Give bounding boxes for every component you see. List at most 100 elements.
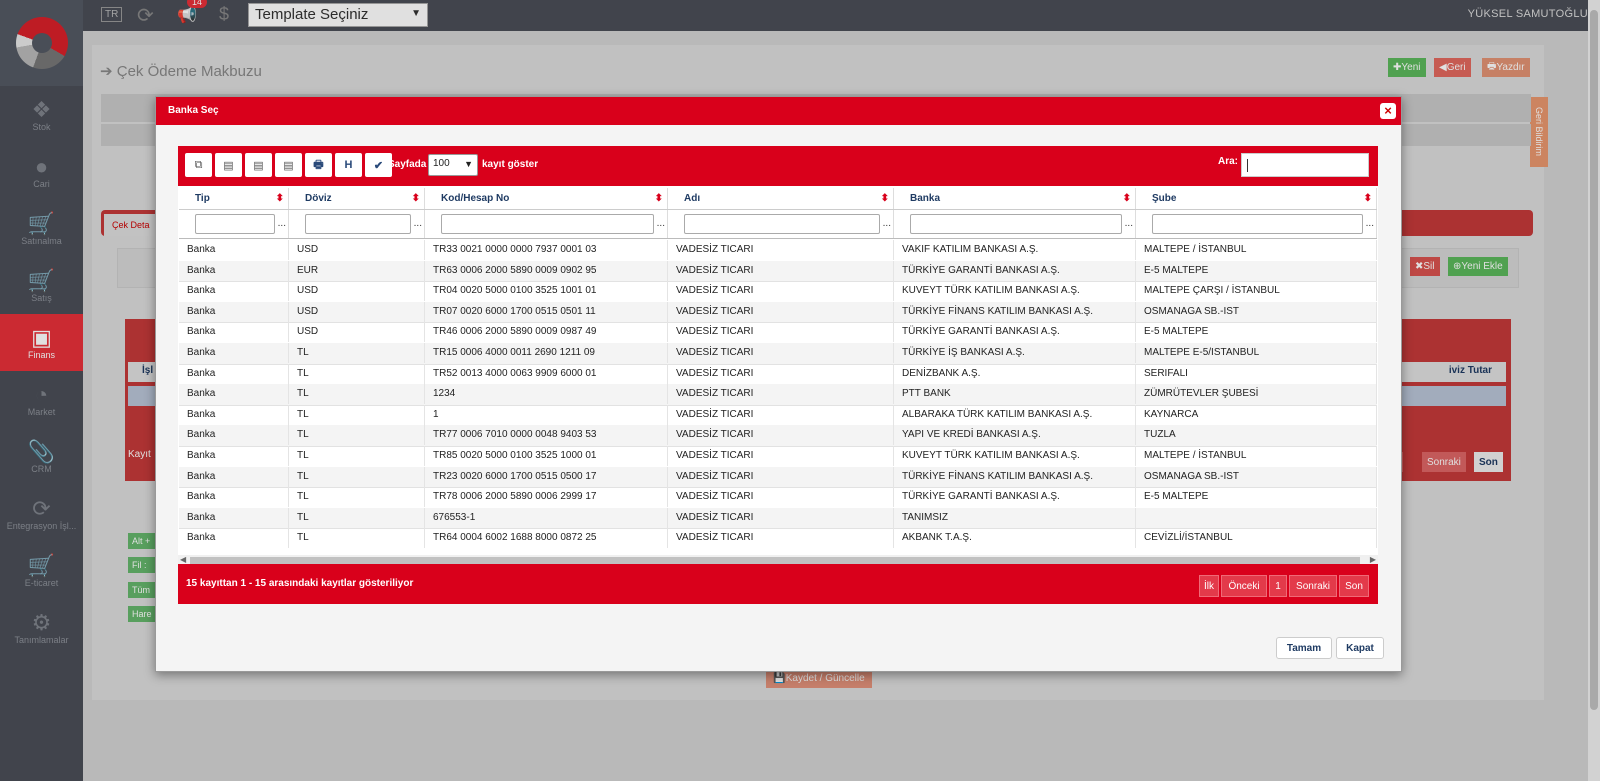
table-cell: USD	[289, 281, 425, 302]
pager-prev[interactable]: Önceki	[1221, 575, 1267, 597]
bank-table-panel: ⧉ ▤ ▤ ▤ 🖶 H ✔ Sayfada 100 ▼ kayıt göster …	[178, 146, 1378, 604]
table-cell: VADESİZ TICARI	[668, 507, 894, 528]
table-cell: MALTEPE ÇARŞI / İSTANBUL	[1136, 281, 1377, 302]
per-page-label: Sayfada	[388, 159, 427, 170]
table-cell: Banka	[179, 260, 289, 281]
filter-cell: ...	[1136, 210, 1377, 238]
search-input[interactable]	[1241, 153, 1369, 177]
table-row[interactable]: Banka TL TR15 0006 4000 0011 2690 1211 09 V…	[179, 343, 1377, 365]
table-body: Banka USD TR33 0021 0000 0000 7937 0001 03…	[179, 240, 1377, 548]
pager-first[interactable]: İlk	[1199, 575, 1219, 597]
copy-icon[interactable]: ⧉	[185, 153, 212, 177]
table-cell: 1	[425, 404, 668, 425]
filter-options-icon[interactable]: ...	[1366, 218, 1374, 229]
table-cell: VADESİZ TICARI	[668, 322, 894, 343]
table-cell: CEVİZLİ/İSTANBUL	[1136, 528, 1377, 548]
table-row[interactable]: Banka TL TR23 0020 6000 1700 0515 0500 17 V…	[179, 466, 1377, 489]
table-cell: VADESİZ TICARI	[668, 240, 894, 260]
sort-icon[interactable]: ⬍	[881, 188, 889, 209]
column-header[interactable]: Şube ⬍	[1136, 188, 1377, 209]
table-cell: VADESİZ TICARI	[668, 281, 894, 302]
pager-page-1[interactable]: 1	[1269, 575, 1287, 597]
table-row[interactable]: Banka TL 676553-1 VADESİZ TICARI TANIMSIZ	[179, 507, 1377, 530]
print-icon[interactable]: 🖶	[305, 153, 332, 177]
table-row[interactable]: Banka USD TR46 0006 2000 5890 0009 0987 49…	[179, 322, 1377, 344]
filter-options-icon[interactable]: ...	[414, 218, 422, 229]
scroll-right-icon[interactable]: ▶	[1370, 555, 1376, 564]
filter-cell: ...	[179, 210, 289, 238]
column-filter-input[interactable]	[910, 214, 1122, 234]
table-cell: TL	[289, 466, 425, 487]
column-filter-input[interactable]	[195, 214, 275, 234]
table-row[interactable]: Banka TL TR78 0006 2000 5890 0006 2999 17 V…	[179, 487, 1377, 509]
close-icon[interactable]: ×	[1380, 103, 1396, 119]
filter-options-icon[interactable]: ...	[1125, 218, 1133, 229]
pager-last[interactable]: Son	[1339, 575, 1369, 597]
records-info: 15 kayıttan 1 - 15 arasındaki kayıtlar g…	[186, 578, 414, 589]
table-row[interactable]: Banka TL TR77 0006 7010 0000 0048 9403 53 V…	[179, 425, 1377, 447]
table-cell: TR15 0006 4000 0011 2690 1211 09	[425, 343, 668, 363]
table-row[interactable]: Banka USD TR07 0020 6000 1700 0515 0501 11…	[179, 301, 1377, 324]
table-row[interactable]: Banka EUR TR63 0006 2000 5890 0009 0902 95…	[179, 260, 1377, 283]
table-row[interactable]: Banka TL TR85 0020 5000 0100 3525 1000 01 V…	[179, 446, 1377, 468]
table-row[interactable]: Banka TL 1234 VADESİZ TICARI PTT BANK ZÜMRÜTE…	[179, 384, 1377, 406]
csv-icon[interactable]: ▤	[245, 153, 272, 177]
sort-icon[interactable]: ⬍	[655, 188, 663, 209]
table-cell: TÜRKİYE GARANTİ BANKASI A.Ş.	[894, 322, 1136, 343]
table-row[interactable]: Banka USD TR33 0021 0000 0000 7937 0001 03…	[179, 240, 1377, 262]
table-cell: Banka	[179, 240, 289, 260]
column-header-label: Döviz	[305, 193, 332, 204]
filter-options-icon[interactable]: ...	[278, 218, 286, 229]
table-row[interactable]: Banka TL TR64 0004 6002 1688 8000 0872 25 V…	[179, 528, 1377, 548]
column-header[interactable]: Tip ⬍	[179, 188, 289, 209]
close-button[interactable]: Kapat	[1336, 637, 1384, 659]
sort-icon[interactable]: ⬍	[1364, 188, 1372, 209]
table-cell: Banka	[179, 281, 289, 302]
column-header-label: Kod/Hesap No	[441, 193, 510, 204]
table-cell: MALTEPE / İSTANBUL	[1136, 240, 1377, 260]
column-filter-input[interactable]	[441, 214, 654, 234]
column-filter-input[interactable]	[305, 214, 411, 234]
table-cell: KAYNARCA	[1136, 404, 1377, 425]
table-cell: TR85 0020 5000 0100 3525 1000 01	[425, 446, 668, 466]
columns-button[interactable]: H	[335, 153, 362, 177]
column-filter-input[interactable]	[684, 214, 880, 234]
sort-icon[interactable]: ⬍	[276, 188, 284, 209]
filter-options-icon[interactable]: ...	[657, 218, 665, 229]
table-cell: VADESİZ TICARI	[668, 425, 894, 446]
table-row[interactable]: Banka USD TR04 0020 5000 0100 3525 1001 01…	[179, 281, 1377, 303]
page-size-select[interactable]: 100 ▼	[428, 154, 478, 176]
sort-icon[interactable]: ⬍	[412, 188, 420, 209]
sort-icon[interactable]: ⬍	[1123, 188, 1131, 209]
table-cell: Banka	[179, 487, 289, 508]
table-cell: USD	[289, 240, 425, 260]
filter-options-icon[interactable]: ...	[883, 218, 891, 229]
table-cell: TR78 0006 2000 5890 0006 2999 17	[425, 487, 668, 508]
table-cell: TÜRKİYE FİNANS KATILIM BANKASI A.Ş.	[894, 466, 1136, 487]
bank-table: Tip ⬍ Döviz ⬍ Kod/Hesap No ⬍ Adı ⬍ Banka ⬍ Şube ⬍ .…	[179, 188, 1377, 548]
filter-cell: ...	[894, 210, 1136, 238]
table-cell: VAKIF KATILIM BANKASI A.Ş.	[894, 240, 1136, 260]
table-row[interactable]: Banka TL 1 VADESİZ TICARI ALBARAKA TÜRK KATI…	[179, 404, 1377, 427]
ok-button[interactable]: Tamam	[1276, 637, 1332, 659]
table-cell: MALTEPE / İSTANBUL	[1136, 446, 1377, 466]
table-cell: TR07 0020 6000 1700 0515 0501 11	[425, 301, 668, 322]
column-header[interactable]: Döviz ⬍	[289, 188, 425, 209]
search-label: Ara:	[1218, 156, 1239, 167]
scroll-left-icon[interactable]: ◀	[180, 555, 186, 564]
table-cell: Banka	[179, 466, 289, 487]
table-cell: MALTEPE E-5/ISTANBUL	[1136, 343, 1377, 363]
table-row[interactable]: Banka TL TR52 0013 4000 0063 9909 6000 01 V…	[179, 363, 1377, 386]
table-cell: VADESİZ TICARI	[668, 487, 894, 508]
column-header[interactable]: Kod/Hesap No ⬍	[425, 188, 668, 209]
pdf-icon[interactable]: ▤	[275, 153, 302, 177]
column-header[interactable]: Adı ⬍	[668, 188, 894, 209]
column-filter-input[interactable]	[1152, 214, 1363, 234]
table-footer: 15 kayıttan 1 - 15 arasındaki kayıtlar g…	[178, 564, 1378, 604]
table-cell: DENİZBANK A.Ş.	[894, 363, 1136, 384]
chevron-down-icon: ▼	[464, 159, 473, 169]
column-header[interactable]: Banka ⬍	[894, 188, 1136, 209]
table-cell: TL	[289, 487, 425, 508]
pager-next[interactable]: Sonraki	[1289, 575, 1337, 597]
excel-icon[interactable]: ▤	[215, 153, 242, 177]
